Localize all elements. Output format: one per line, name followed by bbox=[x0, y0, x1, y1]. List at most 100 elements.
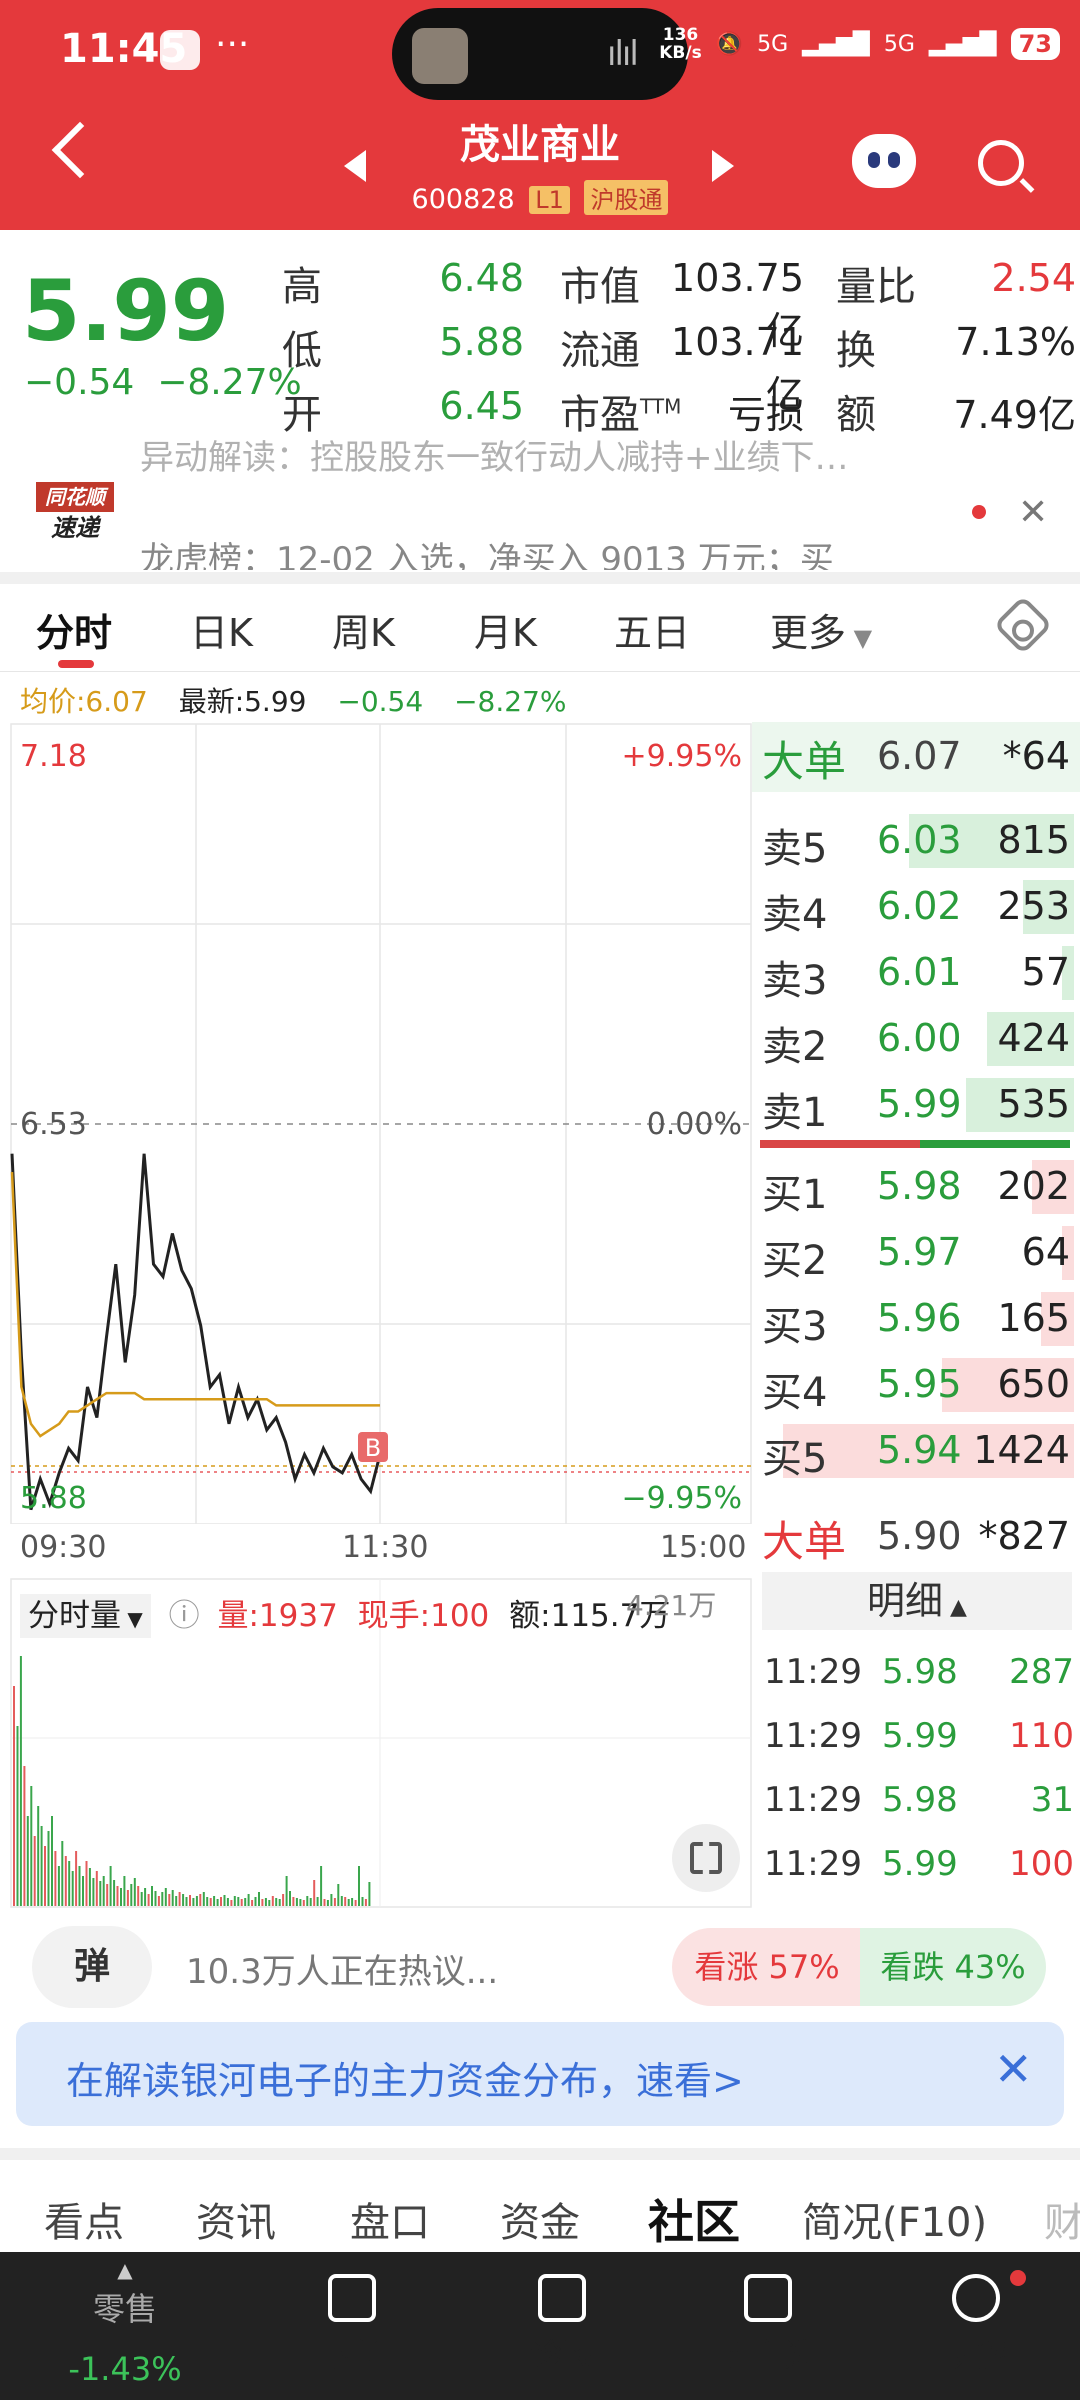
tab-monthly-k[interactable]: 月K bbox=[474, 602, 537, 657]
tab-intraday[interactable]: 分时 bbox=[36, 602, 112, 657]
bid-row-1[interactable]: 买1 5.98 202 bbox=[752, 1154, 1080, 1220]
tab-five-day[interactable]: 五日 bbox=[614, 602, 690, 657]
close-ticker-icon[interactable]: ✕ bbox=[1018, 492, 1048, 533]
next-stock-icon[interactable] bbox=[712, 150, 734, 182]
current-price: 5.99 bbox=[22, 262, 230, 360]
banner-text[interactable]: 在解读银河电子的主力资金分布，速看> bbox=[66, 2050, 744, 2105]
open-value: 6.45 bbox=[439, 384, 524, 428]
signal-bars-icon-2: ▂▄▆█ bbox=[928, 31, 997, 57]
volume-bar bbox=[271, 1896, 274, 1906]
bullish-vote-button[interactable]: 看涨 57% bbox=[672, 1928, 862, 2006]
stock-code: 600828 bbox=[411, 184, 515, 215]
dynamic-island[interactable]: ılıl bbox=[392, 8, 688, 100]
ask-row-5[interactable]: 卖1 5.99 535 bbox=[752, 1072, 1080, 1138]
signal-5g-1: 5G bbox=[757, 31, 789, 57]
detail-header[interactable]: 明细 ▲ bbox=[762, 1572, 1072, 1630]
avg-price: 均价:6.07 bbox=[20, 685, 148, 718]
media-thumbnail-icon bbox=[412, 28, 468, 84]
high-value: 6.48 bbox=[439, 256, 524, 300]
help-icon[interactable]: ⓘ bbox=[169, 1598, 200, 1634]
sector-retail[interactable]: ▲ 零售 -1.43% bbox=[50, 2258, 200, 2388]
tab-daily-k[interactable]: 日K bbox=[190, 602, 253, 657]
status-bar: 11:45 ··· ılıl 136 KB/s 🔕 5G ▂▄▆█ 5G ▂▄▆█… bbox=[0, 0, 1080, 100]
expand-icon[interactable] bbox=[672, 1824, 740, 1892]
volume-bar bbox=[302, 1900, 305, 1906]
discussion-count[interactable]: 10.3万人正在热议... bbox=[186, 1944, 498, 1993]
volume-bar bbox=[78, 1866, 81, 1906]
nav-remove-watchlist[interactable]: 删自选 bbox=[688, 2260, 848, 2376]
level-label: 卖2 bbox=[762, 1024, 828, 1070]
volume-bar bbox=[57, 1866, 60, 1906]
volume-bar bbox=[13, 1686, 15, 1906]
big-order-sell[interactable]: 大单 6.07 *64 bbox=[752, 722, 1080, 792]
level-volume: 57 bbox=[1021, 950, 1070, 994]
low-value: 5.88 bbox=[439, 320, 524, 364]
time-axis-start: 09:30 bbox=[20, 1530, 107, 1565]
volume-bar bbox=[102, 1876, 105, 1906]
level-price: 6.02 bbox=[877, 884, 962, 928]
signal-bars-icon: ▂▄▆█ bbox=[802, 31, 870, 57]
volume-bar bbox=[168, 1894, 171, 1906]
nav-functions[interactable]: 功能 bbox=[896, 2260, 1056, 2376]
tab-community[interactable]: 社区 bbox=[648, 2186, 740, 2252]
bid-row-3[interactable]: 买3 5.96 165 bbox=[752, 1286, 1080, 1352]
tab-news[interactable]: 资讯 bbox=[196, 2190, 276, 2248]
battery-level: 73 bbox=[1010, 28, 1060, 60]
ask-row-2[interactable]: 卖4 6.02 253 bbox=[752, 874, 1080, 940]
level-price: 5.98 bbox=[877, 1164, 962, 1208]
ask-row-4[interactable]: 卖2 6.00 424 bbox=[752, 1006, 1080, 1072]
volume-bar bbox=[164, 1888, 167, 1906]
volume-bar bbox=[154, 1891, 157, 1906]
volume-bar bbox=[195, 1896, 198, 1906]
level-label: 买5 bbox=[762, 1436, 828, 1482]
volume-bar bbox=[268, 1900, 271, 1906]
volume-selector[interactable]: 分时量 ▼ bbox=[20, 1594, 151, 1638]
tab-orderbook[interactable]: 盘口 bbox=[350, 2190, 430, 2248]
volume-bar bbox=[220, 1897, 222, 1906]
nav-diagnose[interactable]: 诊股 bbox=[482, 2260, 642, 2376]
intraday-chart[interactable]: 7.18 +9.95% 6.53 0.00% 5.88 −9.95% B bbox=[10, 722, 752, 1524]
volume-bar bbox=[240, 1899, 243, 1906]
close-banner-icon[interactable]: ✕ bbox=[994, 2042, 1033, 2096]
volume-ratio-label: 量比 bbox=[836, 264, 916, 310]
volume-bar bbox=[230, 1900, 233, 1906]
news-ticker[interactable]: 异动解读：控股股东一致行动人减持+业绩下… 龙虎榜：12-02 入选，净买入 9… bbox=[0, 440, 1080, 570]
volume-bar bbox=[226, 1898, 229, 1906]
volume-bar bbox=[151, 1886, 153, 1906]
volume-bar bbox=[106, 1884, 109, 1906]
bearish-vote-button[interactable]: 看跌 43% bbox=[860, 1928, 1046, 2006]
tab-funds[interactable]: 资金 bbox=[500, 2190, 580, 2248]
chart-bot-pct: −9.95% bbox=[622, 1481, 742, 1516]
ask-row-3[interactable]: 卖3 6.01 57 bbox=[752, 940, 1080, 1006]
tab-f10[interactable]: 简况(F10) bbox=[802, 2190, 987, 2248]
volume-bar bbox=[92, 1878, 95, 1906]
nav-order[interactable]: 下单 bbox=[272, 2260, 432, 2376]
bid-row-4[interactable]: 买4 5.95 650 bbox=[752, 1352, 1080, 1418]
volume-bar bbox=[261, 1899, 264, 1906]
level-label: 买1 bbox=[762, 1172, 828, 1218]
volume-ratio-value: 2.54 bbox=[991, 256, 1076, 300]
danmaku-toggle-button[interactable]: 弹 bbox=[32, 1926, 152, 2008]
volume-bar bbox=[209, 1898, 212, 1906]
bid-row-5[interactable]: 买5 5.94 1424 bbox=[752, 1418, 1080, 1484]
search-icon[interactable] bbox=[978, 140, 1024, 186]
chart-bot-price: 5.88 bbox=[20, 1481, 87, 1516]
volume-bar bbox=[19, 1656, 22, 1906]
volume-bar bbox=[313, 1880, 316, 1906]
volume-bar bbox=[358, 1866, 360, 1906]
tab-weekly-k[interactable]: 周K bbox=[332, 602, 395, 657]
bid-row-2[interactable]: 买2 5.97 64 bbox=[752, 1220, 1080, 1286]
tab-finance[interactable]: 财 bbox=[1044, 2190, 1080, 2248]
volume-bar bbox=[247, 1894, 250, 1906]
pe-label: 市盈TTM bbox=[560, 392, 682, 438]
ai-assistant-robot-icon[interactable] bbox=[852, 134, 916, 188]
big-order-buy[interactable]: 大单 5.90 *827 bbox=[752, 1502, 1080, 1572]
volume-bar bbox=[326, 1900, 329, 1906]
minus-box-icon bbox=[744, 2274, 792, 2322]
time-axis-end: 15:00 bbox=[660, 1530, 747, 1565]
tab-more[interactable]: 更多 ▼ bbox=[770, 602, 872, 657]
volume-bar bbox=[68, 1861, 71, 1906]
tab-highlights[interactable]: 看点 bbox=[44, 2190, 124, 2248]
ask-row-1[interactable]: 卖5 6.03 815 bbox=[752, 808, 1080, 874]
level-label: 卖3 bbox=[762, 958, 828, 1004]
